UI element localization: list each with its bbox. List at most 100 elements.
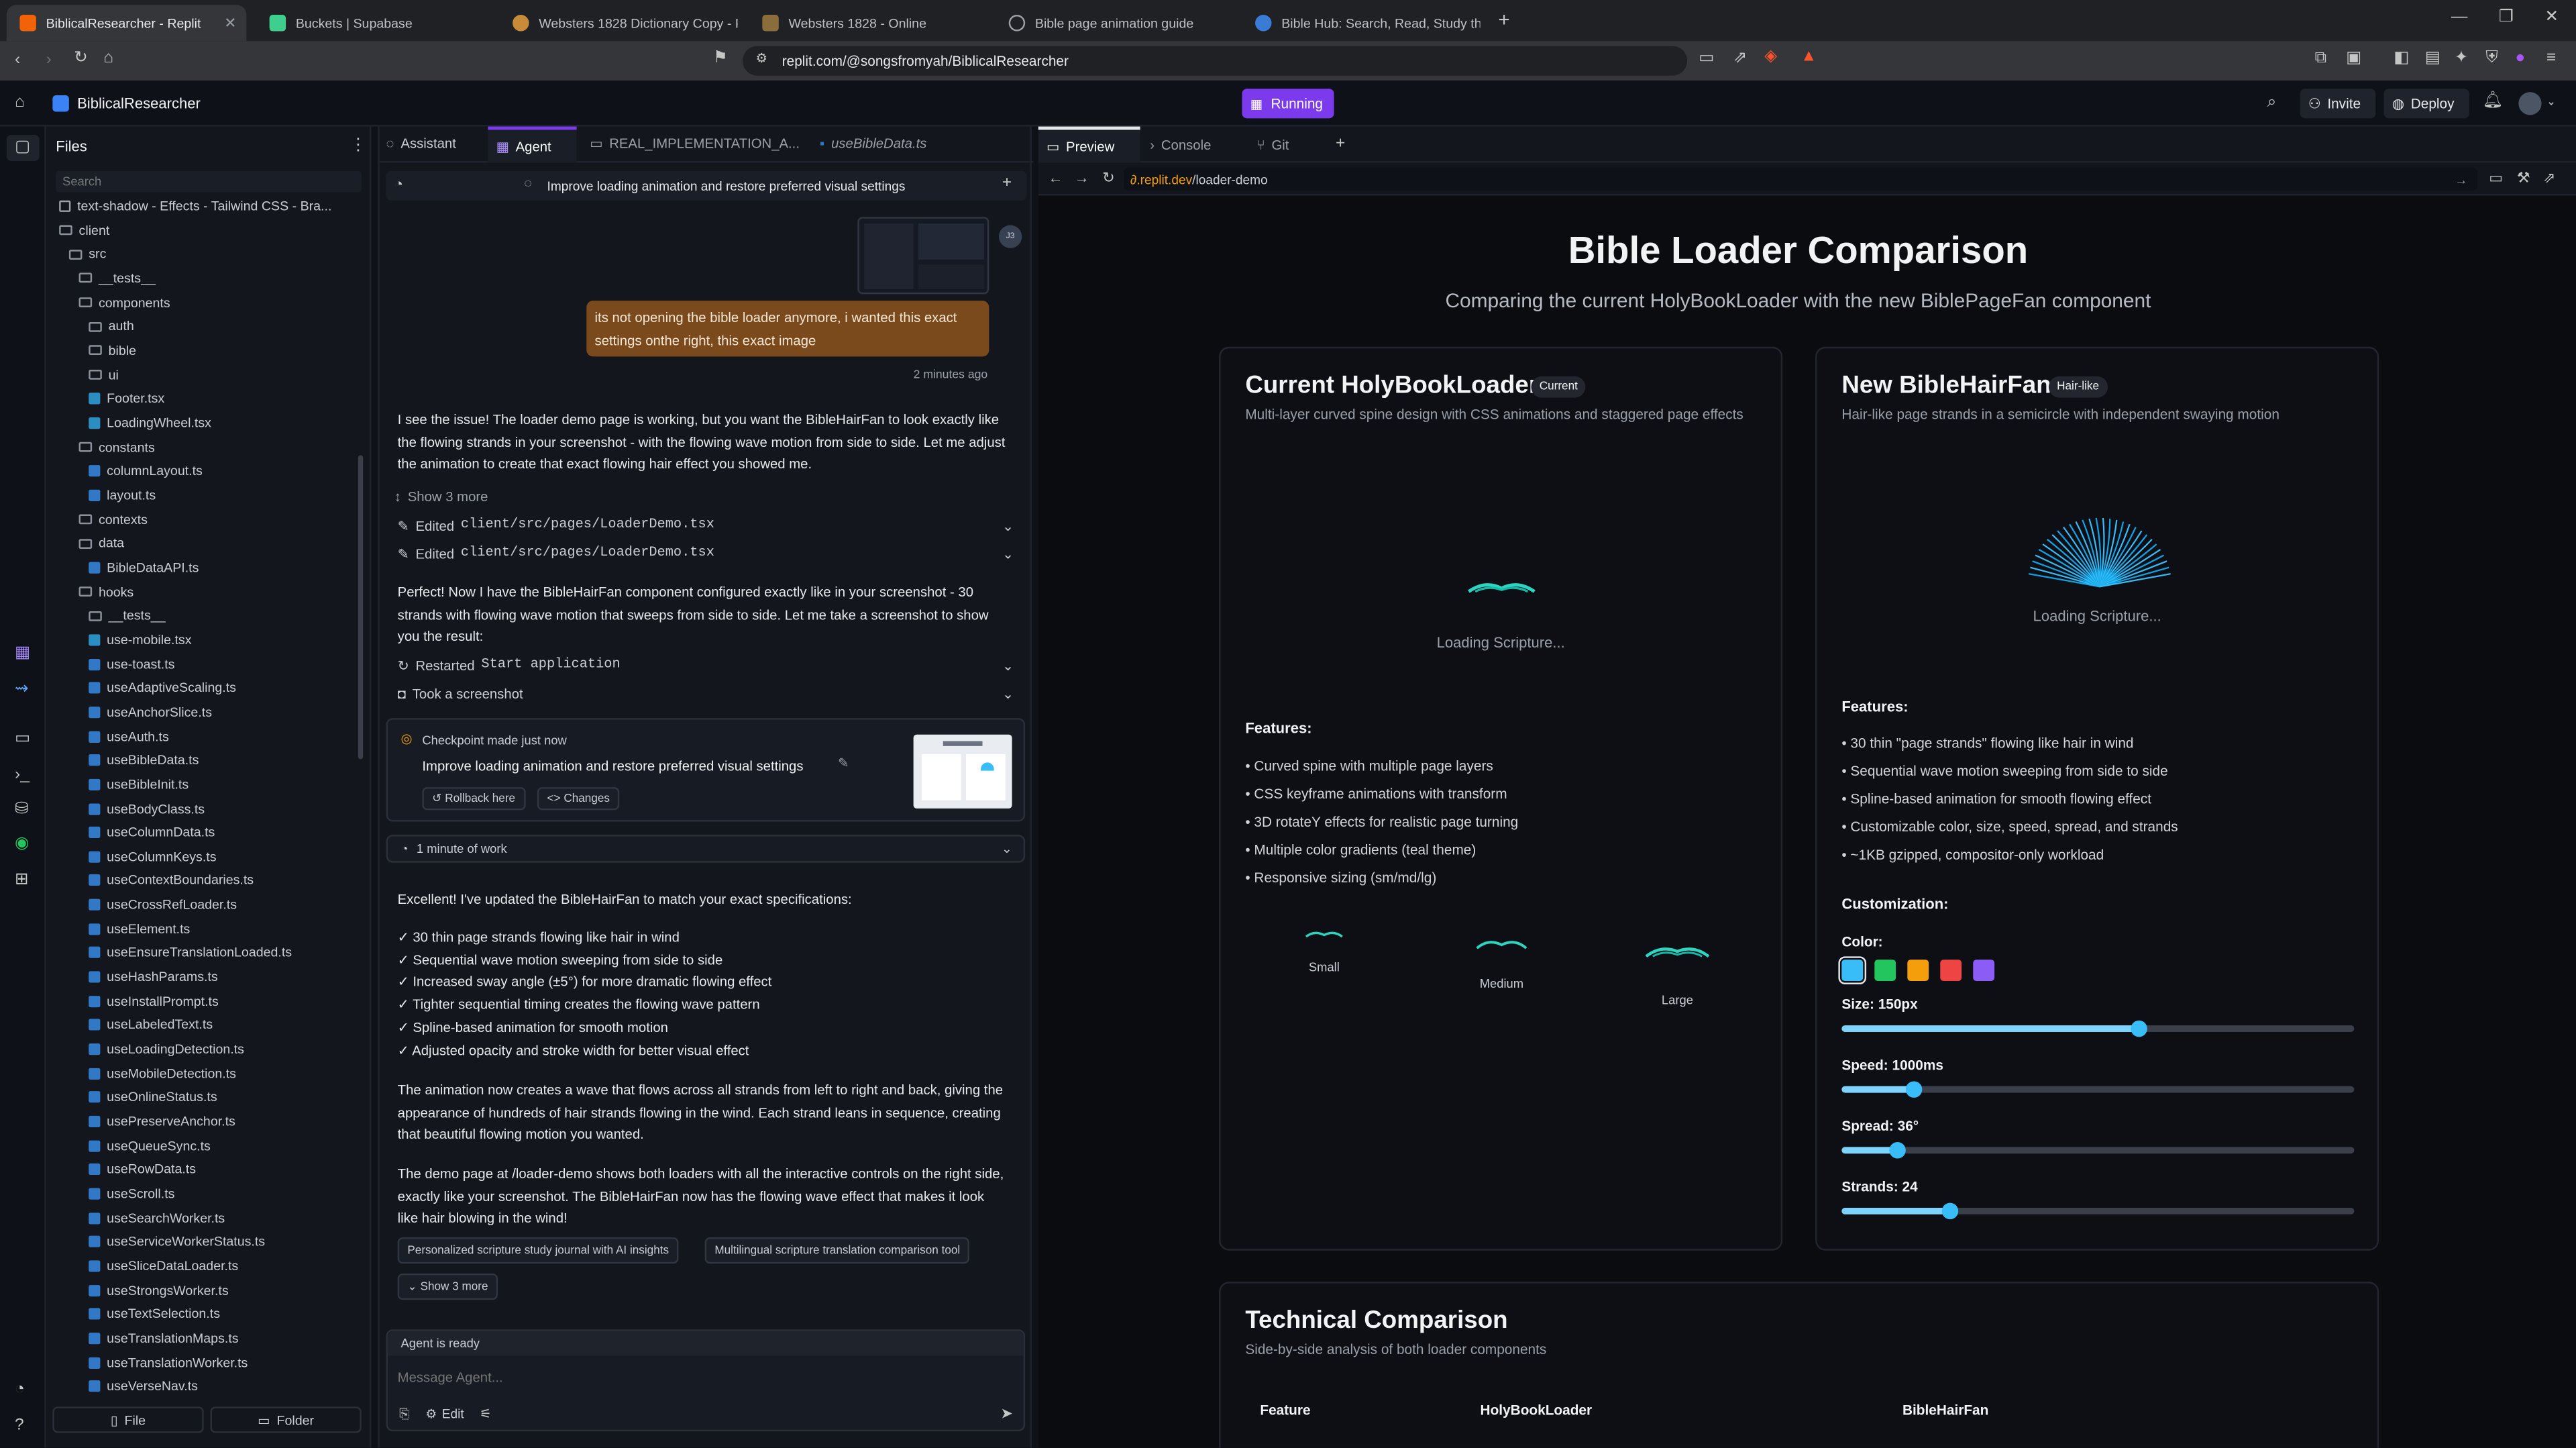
files-icon[interactable]: ▢ (15, 139, 30, 156)
share-icon[interactable]: ⇗ (1733, 50, 1748, 67)
agent-icon[interactable]: ▦ (15, 645, 30, 662)
scrollbar[interactable] (358, 455, 364, 760)
reload-icon[interactable]: ↻ (1102, 170, 1114, 186)
folder-item[interactable]: auth (89, 319, 134, 334)
file-item[interactable]: useStrongsWorker.ts (89, 1283, 229, 1298)
file-item[interactable]: useHashParams.ts (89, 970, 218, 984)
file-item[interactable]: useElement.ts (89, 921, 190, 936)
history-icon[interactable]: ◔ (394, 176, 403, 192)
slider-thumb[interactable] (1905, 1081, 1922, 1098)
slider-track[interactable] (1841, 1020, 2355, 1037)
file-item[interactable]: useServiceWorkerStatus.ts (89, 1235, 265, 1249)
new-file-button[interactable]: ▯ File (52, 1406, 204, 1433)
pencil-icon[interactable]: ✎ (838, 756, 849, 771)
folder-item[interactable]: ui (89, 368, 119, 382)
action-row[interactable]: ✎ Edited client/src/pages/LoaderDemo.tsx ⌄ (398, 546, 1014, 562)
file-item[interactable]: Footer.tsx (89, 392, 164, 407)
tab-assistant[interactable]: ◌ Assistant (386, 135, 456, 151)
close-icon[interactable]: ✕ (224, 14, 236, 32)
back-icon[interactable]: ← (1048, 170, 1063, 186)
file-item[interactable]: useBibleData.ts (89, 753, 199, 768)
files-search-input[interactable] (56, 170, 362, 193)
project-name[interactable]: BiblicalResearcher (77, 95, 201, 111)
file-item[interactable]: useSearchWorker.ts (89, 1210, 225, 1225)
action-row[interactable]: ◘ Took a screenshot ⌄ (398, 685, 1014, 701)
browser-tab[interactable]: Websters 1828 - Online (749, 5, 987, 41)
attach-icon[interactable]: ⎘ (399, 1408, 410, 1422)
file-item[interactable]: useRowData.ts (89, 1162, 196, 1177)
file-item[interactable]: useQueueSync.ts (89, 1139, 211, 1153)
more-options-icon[interactable]: ⋮ (350, 137, 366, 154)
file-item[interactable]: useOnlineStatus.ts (89, 1090, 217, 1105)
shell-icon[interactable]: ›_ (15, 766, 30, 784)
vpn-icon[interactable]: ⛨ (2485, 50, 2498, 67)
database-icon[interactable]: ⛁ (15, 801, 29, 818)
file-item[interactable]: useColumnData.ts (89, 825, 215, 840)
devtools-icon[interactable]: ⚒ (2517, 170, 2530, 186)
file-item[interactable]: useAuth.ts (89, 729, 169, 743)
history-icon[interactable]: ◔ (15, 1381, 25, 1398)
file-item[interactable]: use-toast.ts (89, 656, 174, 671)
cast-icon[interactable]: ▭ (1699, 50, 1714, 67)
file-item[interactable]: useAnchorSlice.ts (89, 705, 212, 719)
file-item[interactable]: useSliceDataLoader.ts (89, 1259, 238, 1274)
file-item[interactable]: usePreserveAnchor.ts (89, 1115, 235, 1129)
new-folder-button[interactable]: ▭ Folder (210, 1406, 362, 1433)
screenshot-icon[interactable]: ▣ (2346, 50, 2361, 67)
folder-item[interactable]: constants (78, 439, 155, 454)
changes-button[interactable]: <> Changes (537, 787, 620, 811)
minimize-icon[interactable]: — (2451, 8, 2467, 26)
file-item[interactable]: useMobileDetection.ts (89, 1066, 236, 1081)
home-icon[interactable]: ⌂ (15, 95, 25, 111)
suggestion-chip[interactable]: Personalized scripture study journal wit… (397, 1237, 679, 1264)
file-item[interactable]: useInstallPrompt.ts (89, 994, 219, 1009)
file-item[interactable]: useTextSelection.ts (89, 1307, 220, 1322)
edit-mode-button[interactable]: ⚙ Edit (425, 1406, 464, 1421)
file-item[interactable]: useColumnKeys.ts (89, 849, 217, 864)
file-item[interactable]: useAdaptiveScaling.ts (89, 680, 236, 695)
file-item[interactable]: LoadingWheel.tsx (89, 415, 211, 430)
folder-item[interactable]: client (59, 223, 109, 238)
preview-url-bar[interactable]: ∂ .replit.dev /loader-demo → (1124, 167, 2478, 191)
run-button[interactable]: ▦ Running (1242, 89, 1334, 119)
chevron-down-icon[interactable]: ⌄ (2546, 97, 2556, 108)
slider-thumb[interactable] (1941, 1202, 1958, 1220)
show-more-button[interactable]: ⌄ Show 3 more (397, 1273, 498, 1300)
tab-preview[interactable]: ▭ Preview (1038, 126, 1140, 163)
new-thread-icon[interactable]: + (1002, 175, 1012, 192)
all-tools-icon[interactable]: ⊞ (15, 872, 29, 888)
tab-agent[interactable]: ▦ Agent (488, 126, 577, 163)
menu-icon[interactable]: ≡ (2546, 50, 2556, 67)
browser-tab[interactable]: Bible Hub: Search, Read, Study the Bi... (1242, 5, 1481, 41)
back-icon[interactable]: ‹ (15, 52, 20, 68)
send-icon[interactable]: ➤ (1000, 1406, 1012, 1421)
file-item[interactable]: useCrossRefLoader.ts (89, 897, 237, 913)
chevron-down-icon[interactable]: ⌄ (1002, 517, 1014, 533)
forward-icon[interactable]: › (46, 52, 52, 68)
checkpoint-thumbnail[interactable] (913, 734, 1012, 809)
open-external-icon[interactable]: ⇗ (2543, 170, 2555, 186)
new-tab-icon[interactable]: + (1336, 136, 1345, 152)
file-item[interactable]: useContextBoundaries.ts (89, 874, 254, 888)
folder-item[interactable]: contexts (78, 512, 148, 527)
folder-item[interactable]: components (78, 295, 170, 310)
preview-icon[interactable]: ▭ (15, 731, 30, 747)
file-item[interactable]: useBodyClass.ts (89, 801, 205, 816)
slider-thumb[interactable] (1890, 1142, 1907, 1159)
file-item[interactable]: useEnsureTranslationLoaded.ts (89, 945, 292, 960)
home-icon[interactable]: ⌂ (103, 50, 113, 67)
attached-screenshot[interactable] (857, 217, 989, 295)
site-info-icon[interactable]: ⚙ (756, 52, 768, 66)
go-icon[interactable]: → (2455, 172, 2467, 187)
file-item[interactable]: useScroll.ts (89, 1186, 174, 1201)
address-bar[interactable]: ⚙ replit.com/@songsfromyah/BiblicalResea… (742, 46, 1688, 76)
work-summary[interactable]: ◔ 1 minute of work ⌄ (386, 835, 1026, 863)
file-item[interactable]: BibleDataAPI.ts (89, 560, 199, 575)
message-input[interactable] (397, 1363, 1014, 1389)
profile-icon[interactable]: ● (2515, 50, 2525, 67)
forward-icon[interactable]: → (1075, 170, 1089, 186)
chevron-down-icon[interactable]: ⌄ (1002, 546, 1014, 562)
file-item[interactable]: layout.ts (89, 488, 156, 503)
folder-item[interactable]: __tests__ (78, 271, 156, 286)
file-item[interactable]: useLoadingDetection.ts (89, 1042, 244, 1057)
